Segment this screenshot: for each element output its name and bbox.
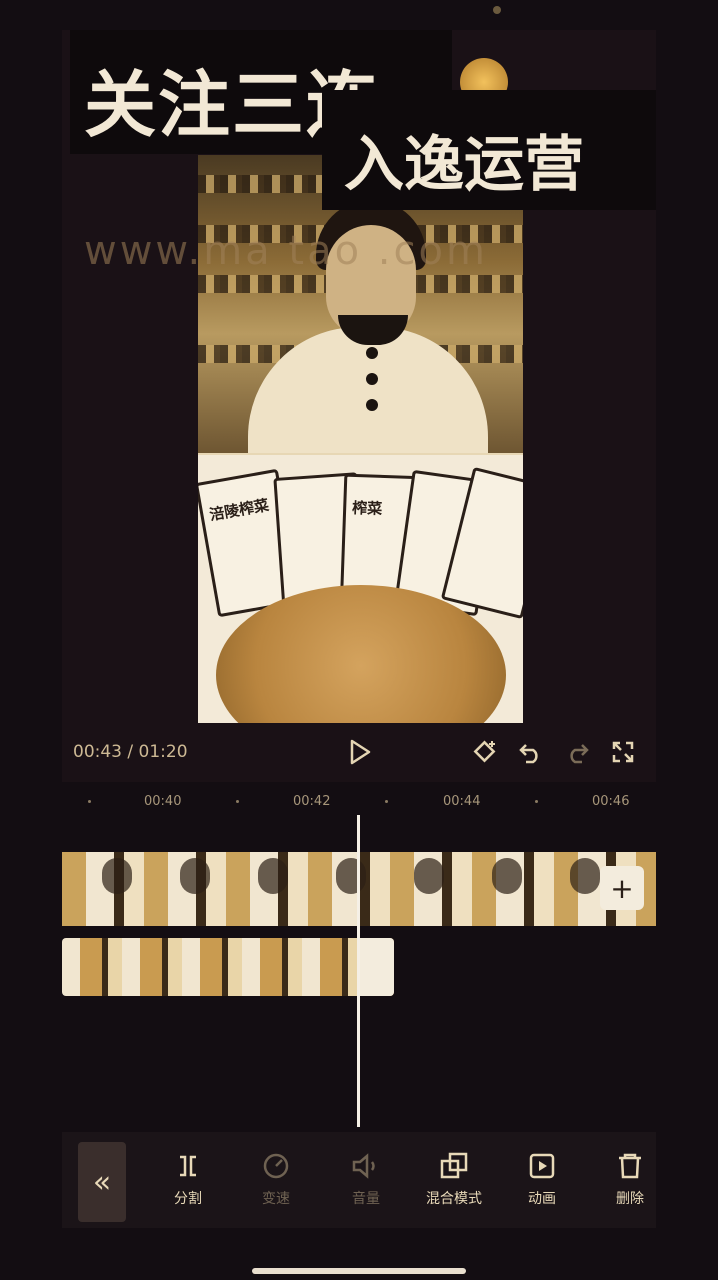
speed-button[interactable]: 变速 [236,1148,316,1208]
volume-label: 音量 [352,1191,380,1207]
ruler-dot [236,800,239,803]
volume-icon [326,1148,406,1184]
overlay-title-line2[interactable]: 入逸运营 [344,116,584,203]
playhead[interactable] [357,815,360,1127]
ruler-dot [535,800,538,803]
overlay-video-track[interactable] [62,938,394,996]
current-time: 00:43 [73,742,122,762]
fullscreen-icon [612,741,634,763]
collapse-toolbar-button[interactable]: « [78,1142,126,1222]
play-icon [350,739,371,765]
status-indicator [493,6,501,14]
redo-button[interactable] [562,737,592,767]
animation-label: 动画 [528,1191,556,1207]
blend-mode-button[interactable]: 混合模式 [414,1148,494,1208]
delete-button[interactable]: 删除 [590,1148,670,1208]
split-icon [148,1148,228,1184]
delete-label: 删除 [616,1191,644,1207]
speed-label: 变速 [262,1191,290,1207]
time-separator: / [122,742,139,762]
undo-icon [519,744,538,764]
play-button[interactable] [345,737,375,767]
redo-icon [570,744,589,764]
overlay-track-handle[interactable] [358,938,394,996]
ruler-dot [385,800,388,803]
volume-button[interactable]: 音量 [326,1148,406,1208]
add-clip-button[interactable]: + [600,866,644,910]
home-indicator[interactable] [252,1268,466,1274]
animation-button[interactable]: 动画 [502,1148,582,1208]
delete-icon [590,1148,670,1184]
product-label-short: 榨菜 [351,498,383,518]
blend-mode-icon [414,1148,494,1184]
keyframe-button[interactable] [470,737,500,767]
product-label: 涪陵榨菜 [208,495,271,525]
ruler-tick: 00:42 [293,794,331,809]
time-display: 00:43 / 01:20 [73,742,188,762]
split-button[interactable]: 分割 [148,1148,228,1208]
ruler-tick: 00:46 [592,794,630,809]
keyframe-icon [473,740,496,763]
animation-icon [502,1148,582,1184]
blend-mode-label: 混合模式 [426,1191,482,1207]
ruler-dot [88,800,91,803]
ruler-tick: 00:40 [144,794,182,809]
total-time: 01:20 [138,742,188,762]
split-label: 分割 [174,1191,202,1207]
speed-icon [236,1148,316,1184]
ruler-tick: 00:44 [443,794,481,809]
overlay-video-frame[interactable]: 涪陵榨菜 榨菜 [198,453,523,723]
undo-button[interactable] [516,737,546,767]
watermark-text: www.ma tao .com [84,228,488,274]
fullscreen-button[interactable] [608,737,638,767]
